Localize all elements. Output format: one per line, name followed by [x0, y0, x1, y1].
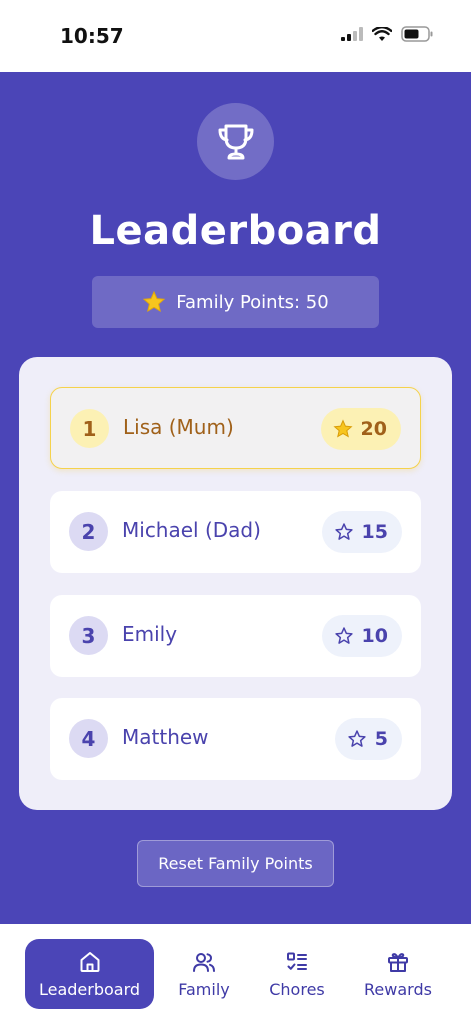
- status-bar: 10:57: [0, 0, 471, 72]
- gift-icon: [388, 952, 408, 972]
- leaderboard-card: 1 Lisa (Mum) 20 2 Michael (Dad) 15 3 Emi…: [19, 357, 452, 810]
- member-name: Lisa (Mum): [123, 415, 234, 439]
- leaderboard-row[interactable]: 1 Lisa (Mum) 20: [50, 387, 421, 469]
- points-badge: 15: [321, 511, 402, 553]
- cellular-signal-icon: [341, 27, 363, 41]
- family-points-label: Family Points: 50: [176, 291, 329, 313]
- points-badge: 20: [320, 408, 401, 450]
- star-filled-icon: [143, 290, 166, 313]
- bottom-tab-bar: Leaderboard Family Chores Rewards: [0, 924, 471, 1024]
- star-outline-icon: [348, 730, 366, 747]
- users-icon: [193, 952, 215, 972]
- tab-label: Leaderboard: [38, 979, 141, 999]
- tab-family[interactable]: Family: [164, 939, 244, 1009]
- leaderboard-row[interactable]: 3 Emily 10: [50, 595, 421, 677]
- trophy-icon: [218, 124, 253, 159]
- member-name: Matthew: [122, 725, 209, 749]
- rank-badge: 1: [70, 409, 109, 448]
- points-value: 5: [374, 728, 388, 750]
- tab-rewards[interactable]: Rewards: [356, 939, 440, 1009]
- home-icon: [80, 951, 99, 972]
- leaderboard-screen: Leaderboard Family Points: 50 1 Lisa (Mu…: [0, 72, 471, 924]
- tab-chores[interactable]: Chores: [256, 939, 338, 1009]
- points-value: 15: [361, 521, 388, 543]
- battery-icon: [401, 26, 433, 42]
- reset-family-points-button[interactable]: Reset Family Points: [137, 840, 334, 887]
- rank-badge: 4: [69, 719, 108, 758]
- leaderboard-row[interactable]: 2 Michael (Dad) 15: [50, 491, 421, 573]
- star-filled-icon: [333, 419, 353, 438]
- status-icons: [341, 26, 433, 42]
- trophy-badge: [197, 103, 274, 180]
- star-outline-icon: [334, 523, 353, 540]
- leaderboard-row[interactable]: 4 Matthew 5: [50, 698, 421, 780]
- points-value: 10: [361, 625, 388, 647]
- tab-leaderboard[interactable]: Leaderboard: [25, 939, 154, 1009]
- family-points-badge: Family Points: 50: [92, 276, 379, 328]
- rank-badge: 3: [69, 616, 108, 655]
- tab-label: Chores: [269, 979, 325, 999]
- points-badge: 5: [334, 718, 402, 760]
- status-time: 10:57: [60, 24, 124, 48]
- page-title: Leaderboard: [89, 208, 382, 254]
- member-name: Michael (Dad): [122, 518, 261, 542]
- star-outline-icon: [334, 627, 353, 644]
- member-name: Emily: [122, 622, 178, 646]
- points-value: 20: [360, 418, 387, 440]
- checklist-icon: [287, 952, 307, 970]
- tab-label: Family: [178, 979, 230, 999]
- rank-badge: 2: [69, 512, 108, 551]
- tab-label: Rewards: [364, 979, 432, 999]
- wifi-icon: [372, 26, 392, 41]
- points-badge: 10: [321, 615, 402, 657]
